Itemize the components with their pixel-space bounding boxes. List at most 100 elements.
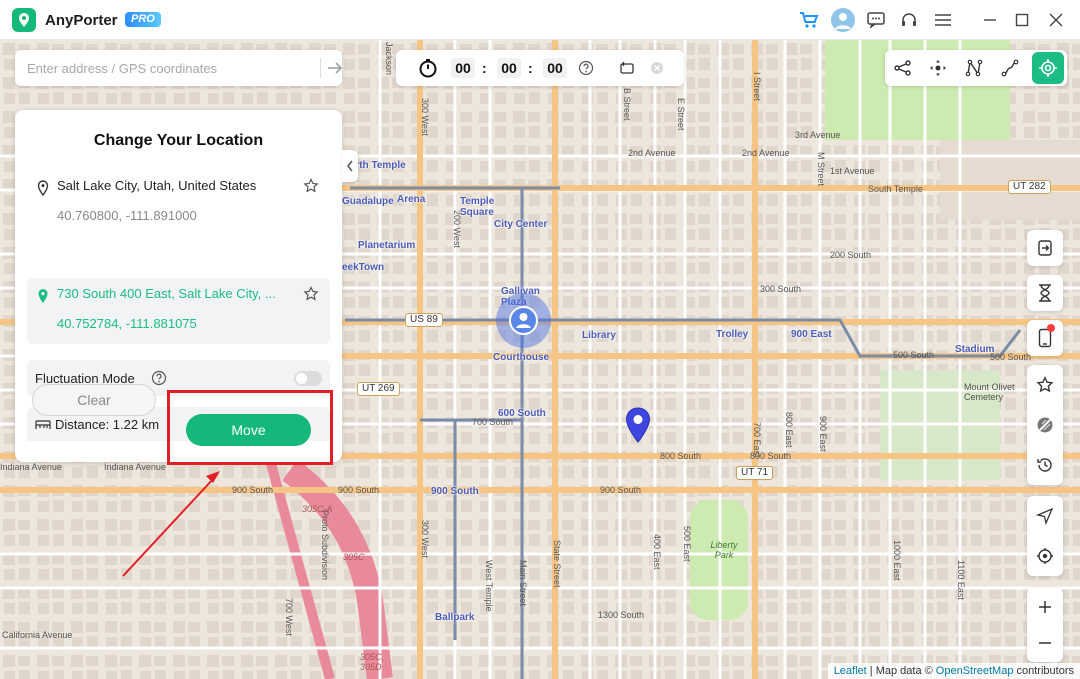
close-icon[interactable] <box>1045 10 1067 30</box>
avatar[interactable] <box>831 8 855 32</box>
collapse-panel-button[interactable] <box>342 150 358 182</box>
minimize-icon[interactable] <box>979 10 1001 30</box>
repeat-icon[interactable] <box>618 59 636 77</box>
zoom-in-icon[interactable] <box>1027 589 1063 625</box>
street-label: 500 South <box>990 352 1032 362</box>
street-label: Main Street <box>518 560 528 607</box>
menu-icon[interactable] <box>932 10 954 30</box>
station-label: Planetarium <box>358 240 416 251</box>
cooldown-timer: 00 : 00 : 00 <box>396 50 684 86</box>
zoom-out-icon[interactable] <box>1027 625 1063 661</box>
timer-hours: 00 <box>451 58 475 78</box>
street-label: 2nd Avenue <box>742 148 790 158</box>
zoom-controls <box>1027 588 1063 662</box>
cart-icon[interactable] <box>798 10 820 30</box>
star-icon[interactable] <box>303 178 319 194</box>
street-label: 3rd Avenue <box>795 130 841 140</box>
street-label: 300 South <box>760 284 802 294</box>
fluctuation-toggle[interactable] <box>294 371 322 386</box>
street-label: 900 East <box>818 416 828 452</box>
hourglass-icon[interactable] <box>1027 275 1063 311</box>
attribution-text: | Map data © <box>869 665 933 677</box>
star-icon[interactable] <box>303 286 319 302</box>
current-location-marker <box>496 293 551 348</box>
map-view[interactable]: 3rd Avenue 2nd Avenue 2nd Avenue 1st Ave… <box>0 40 1080 679</box>
two-spot-icon[interactable] <box>998 56 1022 80</box>
headset-icon[interactable] <box>898 10 920 30</box>
station-label: Library <box>582 330 616 341</box>
station-label: 600 South <box>498 408 546 419</box>
station-label: Courthouse <box>493 352 550 363</box>
station-label: eekTown <box>342 262 385 273</box>
street-label: 800 East <box>784 412 794 448</box>
timer-colon: : <box>482 60 487 76</box>
destination-pin-icon[interactable] <box>625 407 651 443</box>
street-label: 1300 South <box>598 610 645 620</box>
locate-icon[interactable] <box>1027 538 1063 574</box>
navigate-icon[interactable] <box>1027 498 1063 534</box>
street-label: 1st Avenue <box>830 166 875 176</box>
street-label: 700 West <box>284 598 294 636</box>
station-label: 900 East <box>791 329 832 340</box>
place-label: 305C-A <box>302 504 333 514</box>
place-label: Mount Olivet Cemetery <box>964 382 1015 402</box>
multi-spot-icon[interactable] <box>962 56 986 80</box>
map-attribution: Leaflet | Map data © OpenStreetMap contr… <box>827 663 1080 679</box>
route-shield: UT 71 <box>736 466 774 480</box>
app-logo-icon <box>12 8 36 32</box>
street-label: B Street <box>622 88 632 121</box>
history-icon[interactable] <box>1027 447 1063 483</box>
street-label: 400 East <box>652 534 662 570</box>
timer-minutes: 00 <box>497 58 521 78</box>
pro-badge: PRO <box>125 12 161 27</box>
mode-toolbar <box>885 50 1067 86</box>
street-label: 300 West <box>420 520 430 558</box>
street-label: West Temple <box>484 560 494 612</box>
teleport-mode-icon[interactable] <box>1032 52 1064 84</box>
side-nav-group <box>1027 496 1063 576</box>
street-label: California Avenue <box>2 630 73 640</box>
osm-link[interactable]: OpenStreetMap <box>936 665 1014 677</box>
street-label: 1000 East <box>892 540 902 581</box>
leaflet-link[interactable]: Leaflet <box>834 665 867 677</box>
timer-seconds: 00 <box>543 58 567 78</box>
help-icon[interactable] <box>577 59 595 77</box>
street-label: M Street <box>816 152 826 187</box>
clear-timer-icon[interactable] <box>648 59 666 77</box>
search-divider <box>320 58 321 78</box>
arrow-right-icon[interactable] <box>325 58 345 78</box>
street-label: E Street <box>676 98 686 131</box>
notification-dot <box>1047 324 1055 332</box>
station-label: City Center <box>494 219 548 230</box>
station-label: Temple Square <box>460 196 495 218</box>
favorite-icon[interactable] <box>1027 367 1063 403</box>
station-label: Guadalupe <box>342 196 394 207</box>
station-label: Arena <box>397 194 426 205</box>
street-label: 500 South <box>893 350 935 360</box>
street-label: 200 South <box>830 250 872 260</box>
attribution-suffix: contributors <box>1016 665 1074 677</box>
street-label: 300 West <box>420 98 430 136</box>
import-icon[interactable] <box>1027 230 1063 266</box>
jump-teleport-icon[interactable] <box>891 56 915 80</box>
station-label: Stadium <box>955 344 995 355</box>
street-label: Jackson <box>384 42 394 76</box>
street-label: South Temple <box>868 184 923 194</box>
station-label: Ballpark <box>435 612 475 623</box>
street-label: 900 South <box>600 485 642 495</box>
joystick-icon[interactable] <box>926 56 950 80</box>
app-name: AnyPorter <box>45 12 118 29</box>
title-bar: AnyPorter PRO <box>0 0 1080 40</box>
place-label: 305C, 305D <box>360 652 385 672</box>
side-tool-group <box>1027 365 1063 485</box>
street-label: 700 East <box>752 422 762 458</box>
station-label: Trolley <box>716 329 749 340</box>
chat-icon[interactable] <box>865 10 887 30</box>
place-label: Proto Subdivision <box>320 510 330 581</box>
street-label: I Street <box>752 72 762 102</box>
device-icon[interactable] <box>1027 320 1063 356</box>
annotation-arrow <box>122 471 220 577</box>
maximize-icon[interactable] <box>1011 10 1033 30</box>
route-block-icon[interactable] <box>1027 407 1063 443</box>
street-label: 800 South <box>660 451 702 461</box>
